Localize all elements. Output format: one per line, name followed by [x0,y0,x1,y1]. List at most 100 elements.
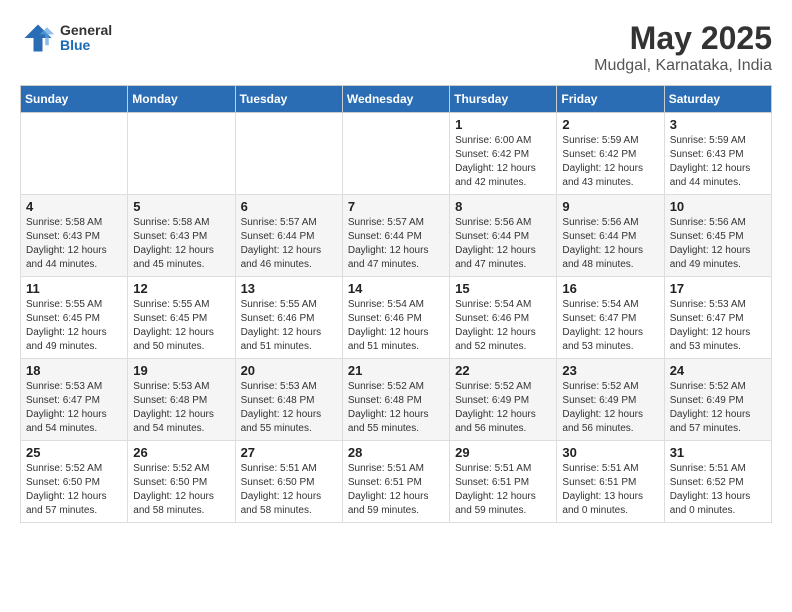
calendar-cell: 22 Sunrise: 5:52 AMSunset: 6:49 PMDayligh… [450,359,557,441]
day-number: 17 [670,281,766,296]
day-info: Sunrise: 5:52 AMSunset: 6:48 PMDaylight:… [348,380,444,436]
calendar-cell: 21 Sunrise: 5:52 AMSunset: 6:48 PMDayligh… [342,359,449,441]
logo-icon [20,20,56,56]
calendar-cell: 29Sunrise: 5:51 AMSunset: 6:51 PMDayligh… [450,441,557,523]
day-info: Sunrise: 6:00 AMSunset: 6:42 PMDaylight:… [455,134,551,190]
day-number: 19 [133,363,229,378]
calendar-cell: 5 Sunrise: 5:58 AMSunset: 6:43 PMDaylight… [128,195,235,277]
header-day-wednesday: Wednesday [342,86,449,113]
day-info: Sunrise: 5:53 AMSunset: 6:48 PMDaylight:… [133,380,229,436]
day-info: Sunrise: 5:56 AMSunset: 6:45 PMDaylight:… [670,216,766,272]
day-number: 15 [455,281,551,296]
day-number: 6 [241,199,337,214]
day-number: 14 [348,281,444,296]
day-info: Sunrise: 5:55 AMSunset: 6:45 PMDaylight:… [26,298,122,354]
day-number: 26 [133,445,229,460]
day-number: 22 [455,363,551,378]
day-info: Sunrise: 5:54 AMSunset: 6:47 PMDaylight:… [562,298,658,354]
day-number: 2 [562,117,658,132]
calendar-cell: 25Sunrise: 5:52 AMSunset: 6:50 PMDayligh… [21,441,128,523]
day-number: 29 [455,445,551,460]
day-number: 28 [348,445,444,460]
header-day-tuesday: Tuesday [235,86,342,113]
day-info: Sunrise: 5:58 AMSunset: 6:43 PMDaylight:… [133,216,229,272]
calendar-cell: 7 Sunrise: 5:57 AMSunset: 6:44 PMDaylight… [342,195,449,277]
calendar-cell: 2 Sunrise: 5:59 AMSunset: 6:42 PMDaylight… [557,113,664,195]
logo-general: General [60,23,112,38]
day-info: Sunrise: 5:54 AMSunset: 6:46 PMDaylight:… [455,298,551,354]
calendar-week-1: 1 Sunrise: 6:00 AMSunset: 6:42 PMDaylight… [21,113,772,195]
title-block: May 2025 Mudgal, Karnataka, India [594,20,772,75]
calendar-cell: 17 Sunrise: 5:53 AMSunset: 6:47 PMDayligh… [664,277,771,359]
day-number: 3 [670,117,766,132]
day-number: 13 [241,281,337,296]
day-info: Sunrise: 5:54 AMSunset: 6:46 PMDaylight:… [348,298,444,354]
page-header: General Blue May 2025 Mudgal, Karnataka,… [20,20,772,75]
day-info: Sunrise: 5:51 AMSunset: 6:51 PMDaylight:… [348,462,444,518]
day-info: Sunrise: 5:58 AMSunset: 6:43 PMDaylight:… [26,216,122,272]
calendar-cell: 12 Sunrise: 5:55 AMSunset: 6:45 PMDayligh… [128,277,235,359]
day-info: Sunrise: 5:51 AMSunset: 6:50 PMDaylight:… [241,462,337,518]
day-number: 7 [348,199,444,214]
calendar-cell: 23 Sunrise: 5:52 AMSunset: 6:49 PMDayligh… [557,359,664,441]
calendar-cell: 10Sunrise: 5:56 AMSunset: 6:45 PMDayligh… [664,195,771,277]
calendar-cell: 16Sunrise: 5:54 AMSunset: 6:47 PMDayligh… [557,277,664,359]
day-number: 30 [562,445,658,460]
calendar-cell: 13 Sunrise: 5:55 AMSunset: 6:46 PMDayligh… [235,277,342,359]
calendar-cell: 3 Sunrise: 5:59 AMSunset: 6:43 PMDaylight… [664,113,771,195]
calendar-cell: 31 Sunrise: 5:51 AMSunset: 6:52 PMDayligh… [664,441,771,523]
calendar-cell: 26Sunrise: 5:52 AMSunset: 6:50 PMDayligh… [128,441,235,523]
calendar-title: May 2025 [594,20,772,57]
calendar-cell: 6 Sunrise: 5:57 AMSunset: 6:44 PMDaylight… [235,195,342,277]
calendar-subtitle: Mudgal, Karnataka, India [594,57,772,75]
calendar-header: SundayMondayTuesdayWednesdayThursdayFrid… [21,86,772,113]
calendar-cell: 4 Sunrise: 5:58 AMSunset: 6:43 PMDaylight… [21,195,128,277]
logo-blue: Blue [60,38,112,53]
day-info: Sunrise: 5:52 AMSunset: 6:50 PMDaylight:… [26,462,122,518]
day-info: Sunrise: 5:56 AMSunset: 6:44 PMDaylight:… [562,216,658,272]
header-day-monday: Monday [128,86,235,113]
calendar-table: SundayMondayTuesdayWednesdayThursdayFrid… [20,85,772,523]
header-day-thursday: Thursday [450,86,557,113]
day-number: 4 [26,199,122,214]
day-info: Sunrise: 5:57 AMSunset: 6:44 PMDaylight:… [348,216,444,272]
day-info: Sunrise: 5:57 AMSunset: 6:44 PMDaylight:… [241,216,337,272]
calendar-cell: 20Sunrise: 5:53 AMSunset: 6:48 PMDayligh… [235,359,342,441]
calendar-cell [235,113,342,195]
calendar-cell: 30 Sunrise: 5:51 AMSunset: 6:51 PMDayligh… [557,441,664,523]
day-number: 5 [133,199,229,214]
day-number: 27 [241,445,337,460]
day-info: Sunrise: 5:53 AMSunset: 6:47 PMDaylight:… [26,380,122,436]
calendar-cell: 18 Sunrise: 5:53 AMSunset: 6:47 PMDayligh… [21,359,128,441]
day-number: 12 [133,281,229,296]
day-number: 18 [26,363,122,378]
calendar-cell: 15 Sunrise: 5:54 AMSunset: 6:46 PMDayligh… [450,277,557,359]
calendar-cell [21,113,128,195]
calendar-cell: 24Sunrise: 5:52 AMSunset: 6:49 PMDayligh… [664,359,771,441]
calendar-cell: 28 Sunrise: 5:51 AMSunset: 6:51 PMDayligh… [342,441,449,523]
calendar-week-2: 4 Sunrise: 5:58 AMSunset: 6:43 PMDaylight… [21,195,772,277]
day-number: 24 [670,363,766,378]
calendar-cell: 19 Sunrise: 5:53 AMSunset: 6:48 PMDayligh… [128,359,235,441]
calendar-cell: 11 Sunrise: 5:55 AMSunset: 6:45 PMDayligh… [21,277,128,359]
day-info: Sunrise: 5:51 AMSunset: 6:52 PMDaylight:… [670,462,766,518]
day-number: 31 [670,445,766,460]
calendar-cell: 27 Sunrise: 5:51 AMSunset: 6:50 PMDayligh… [235,441,342,523]
day-number: 23 [562,363,658,378]
day-info: Sunrise: 5:52 AMSunset: 6:49 PMDaylight:… [562,380,658,436]
day-number: 21 [348,363,444,378]
day-info: Sunrise: 5:51 AMSunset: 6:51 PMDaylight:… [562,462,658,518]
day-info: Sunrise: 5:53 AMSunset: 6:47 PMDaylight:… [670,298,766,354]
calendar-cell: 1 Sunrise: 6:00 AMSunset: 6:42 PMDaylight… [450,113,557,195]
day-info: Sunrise: 5:59 AMSunset: 6:42 PMDaylight:… [562,134,658,190]
header-day-friday: Friday [557,86,664,113]
day-info: Sunrise: 5:59 AMSunset: 6:43 PMDaylight:… [670,134,766,190]
day-number: 11 [26,281,122,296]
day-info: Sunrise: 5:55 AMSunset: 6:46 PMDaylight:… [241,298,337,354]
day-number: 1 [455,117,551,132]
day-info: Sunrise: 5:52 AMSunset: 6:49 PMDaylight:… [455,380,551,436]
calendar-cell [128,113,235,195]
calendar-cell: 14 Sunrise: 5:54 AMSunset: 6:46 PMDayligh… [342,277,449,359]
day-info: Sunrise: 5:55 AMSunset: 6:45 PMDaylight:… [133,298,229,354]
calendar-cell: 8Sunrise: 5:56 AMSunset: 6:44 PMDaylight… [450,195,557,277]
